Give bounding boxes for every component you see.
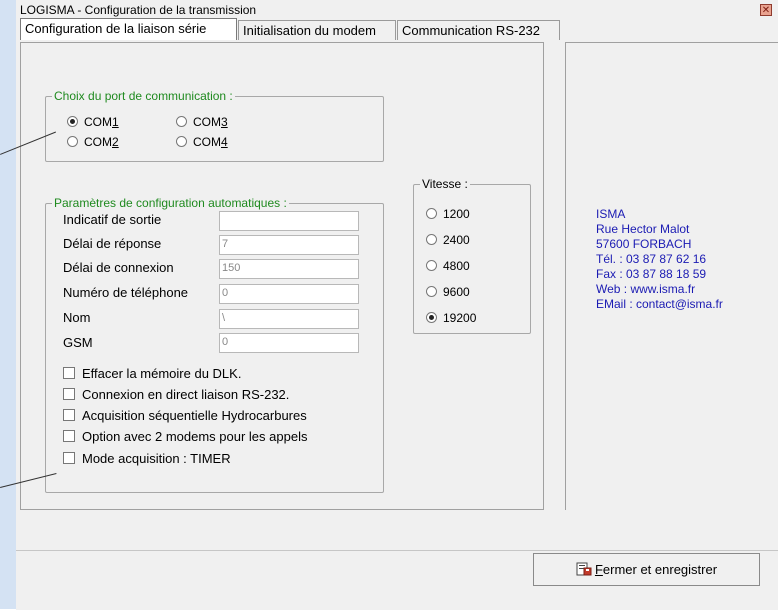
close-button[interactable]: ✕	[760, 4, 772, 16]
radio-com2[interactable]: COM2	[67, 135, 119, 149]
radio-com1-label: COM1	[84, 115, 119, 129]
input-delai-connexion[interactable]: 150	[219, 259, 359, 279]
radio-speed-2400-dot	[426, 234, 437, 245]
input-nom[interactable]: \	[219, 309, 359, 329]
checkbox-connexion-direct[interactable]: Connexion en direct liaison RS-232.	[63, 387, 289, 402]
radio-com2-dot	[67, 136, 78, 147]
window-title: LOGISMA - Configuration de la transmissi…	[20, 3, 257, 17]
radio-com3-label: COM3	[193, 115, 228, 129]
radio-speed-19200-label: 19200	[443, 311, 477, 325]
label-indicatif-sortie: Indicatif de sortie	[63, 212, 162, 227]
checkbox-acquisition-hydrocarbures[interactable]: Acquisition séquentielle Hydrocarbures	[63, 408, 307, 423]
checkbox-connexion-direct-label: Connexion en direct liaison RS-232.	[82, 387, 290, 402]
label-gsm: GSM	[63, 335, 93, 350]
radio-com4-label: COM4	[193, 135, 228, 149]
radio-speed-19200-dot	[426, 312, 437, 323]
save-icon	[576, 556, 592, 576]
company-info: ISMA Rue Hector Malot 57600 FORBACH Tél.…	[596, 207, 723, 312]
input-delai-reponse[interactable]: 7	[219, 235, 359, 255]
input-numero-telephone[interactable]: 0	[219, 284, 359, 304]
radio-speed-2400-label: 2400	[443, 233, 470, 247]
input-gsm[interactable]: 0	[219, 333, 359, 353]
speed-group: Vitesse : 1200 2400 4800 9600 19200	[413, 177, 531, 334]
radio-com3[interactable]: COM3	[176, 115, 228, 129]
radio-speed-4800-label: 4800	[443, 259, 470, 273]
company-phone: Tél. : 03 87 87 62 16	[596, 252, 707, 266]
desktop-strip	[0, 0, 16, 609]
input-indicatif-sortie[interactable]	[219, 211, 359, 231]
save-and-close-button[interactable]: Fermer et enregistrer	[533, 553, 760, 586]
company-city: 57600 FORBACH	[596, 237, 692, 251]
radio-com3-dot	[176, 116, 187, 127]
com-port-legend: Choix du port de communication :	[52, 89, 235, 103]
radio-speed-4800[interactable]: 4800	[426, 259, 470, 273]
radio-speed-1200-dot	[426, 208, 437, 219]
company-email: EMail : contact@isma.fr	[596, 297, 723, 311]
company-web: Web : www.isma.fr	[596, 282, 696, 296]
radio-speed-9600[interactable]: 9600	[426, 285, 470, 299]
params-legend: Paramètres de configuration automatiques…	[52, 196, 289, 210]
radio-com4[interactable]: COM4	[176, 135, 228, 149]
radio-speed-4800-dot	[426, 260, 437, 271]
radio-com1[interactable]: COM1	[67, 115, 119, 129]
checkbox-effacer-memoire-label: Effacer la mémoire du DLK.	[82, 366, 242, 381]
radio-speed-2400[interactable]: 2400	[426, 233, 470, 247]
save-button-label: Fermer et enregistrer	[594, 562, 718, 577]
com-port-group: Choix du port de communication : COM1 CO…	[45, 89, 384, 162]
checkbox-option-2-modems-box	[63, 430, 75, 442]
speed-legend: Vitesse :	[420, 177, 470, 191]
checkbox-effacer-memoire-box	[63, 367, 75, 379]
radio-com2-label: COM2	[84, 135, 119, 149]
checkbox-option-2-modems-label: Option avec 2 modems pour les appels	[82, 429, 308, 444]
company-name: ISMA	[596, 207, 626, 221]
radio-speed-1200[interactable]: 1200	[426, 207, 470, 221]
radio-com1-dot	[67, 116, 78, 127]
company-fax: Fax : 03 87 88 18 59	[596, 267, 707, 281]
company-street: Rue Hector Malot	[596, 222, 690, 236]
checkbox-mode-timer-box	[63, 452, 75, 464]
tab-initialisation-modem[interactable]: Initialisation du modem	[238, 20, 396, 40]
config-window: LOGISMA - Configuration de la transmissi…	[16, 0, 778, 610]
checkbox-mode-timer-label: Mode acquisition : TIMER	[82, 451, 231, 466]
tab-liaison-serie[interactable]: Configuration de la liaison série	[20, 18, 237, 40]
radio-speed-9600-dot	[426, 286, 437, 297]
checkbox-option-2-modems[interactable]: Option avec 2 modems pour les appels	[63, 429, 307, 444]
checkbox-connexion-direct-box	[63, 388, 75, 400]
checkbox-effacer-memoire[interactable]: Effacer la mémoire du DLK.	[63, 366, 241, 381]
title-bar: LOGISMA - Configuration de la transmissi…	[16, 0, 778, 20]
checkbox-acquisition-hydrocarbures-box	[63, 409, 75, 421]
tab-communication-rs232[interactable]: Communication RS-232	[397, 20, 560, 40]
radio-com4-dot	[176, 136, 187, 147]
checkbox-mode-timer[interactable]: Mode acquisition : TIMER	[63, 451, 231, 466]
label-delai-reponse: Délai de réponse	[63, 236, 162, 251]
radio-speed-9600-label: 9600	[443, 285, 470, 299]
radio-speed-19200[interactable]: 19200	[426, 311, 476, 325]
label-nom: Nom	[63, 310, 91, 325]
label-delai-connexion: Délai de connexion	[63, 260, 174, 275]
label-numero-telephone: Numéro de téléphone	[63, 285, 189, 300]
radio-speed-1200-label: 1200	[443, 207, 470, 221]
checkbox-acquisition-hydrocarbures-label: Acquisition séquentielle Hydrocarbures	[82, 408, 307, 423]
